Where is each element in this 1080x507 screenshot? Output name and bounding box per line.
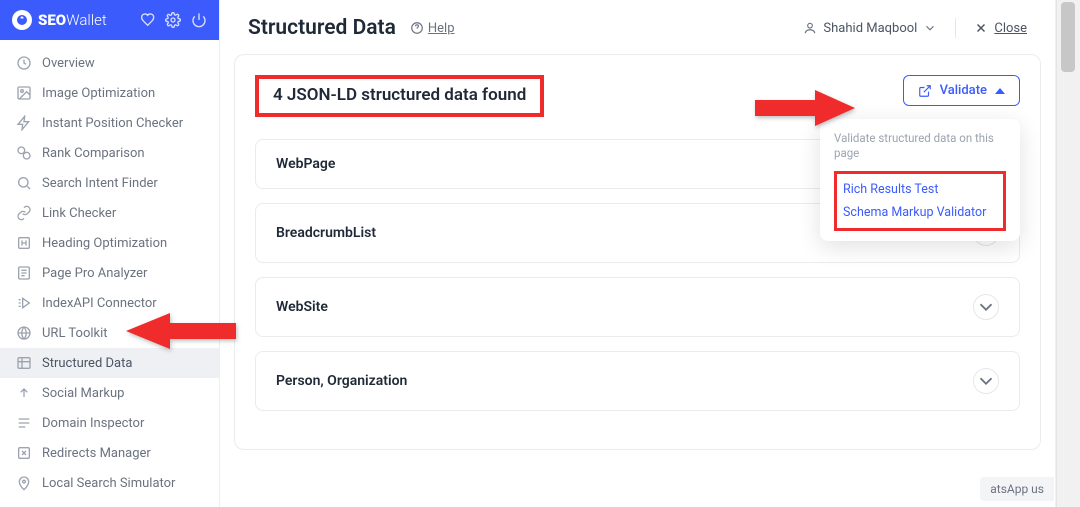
external-link-icon (918, 84, 932, 98)
help-icon (410, 21, 424, 35)
accordion-label: WebPage (276, 156, 335, 172)
sidebar-item-label: Heading Optimization (42, 236, 167, 251)
structured-data-card: 4 JSON-LD structured data found Validate… (234, 54, 1041, 450)
main-content: Structured Data Help Shahid Maqbool Clos… (220, 0, 1055, 507)
dropdown-link-schema-validator[interactable]: Schema Markup Validator (841, 201, 999, 224)
sidebar-item-label: Image Optimization (42, 86, 155, 101)
sidebar-item-heading-optimization[interactable]: Heading Optimization (0, 228, 219, 258)
heart-icon[interactable] (139, 12, 155, 28)
sidebar-item-domain-inspector[interactable]: Domain Inspector (0, 408, 219, 438)
sidebar-item-indexapi[interactable]: IndexAPI Connector (0, 288, 219, 318)
power-icon[interactable] (191, 12, 207, 28)
close-button[interactable]: Close (974, 21, 1027, 36)
sidebar-item-label: IndexAPI Connector (42, 296, 157, 311)
sidebar-item-link-checker[interactable]: Link Checker (0, 198, 219, 228)
sidebar-item-label: Structured Data (42, 356, 132, 371)
dropdown-link-rich-results[interactable]: Rich Results Test (841, 178, 999, 201)
browser-scrollbar[interactable] (1056, 0, 1080, 507)
scrollbar-thumb[interactable] (1061, 2, 1075, 72)
brand-logo-icon (12, 10, 32, 30)
accordion-label: Person, Organization (276, 373, 407, 389)
gear-icon[interactable] (165, 12, 181, 28)
page-header: Structured Data Help Shahid Maqbool Clos… (220, 0, 1055, 54)
sidebar-item-serp-analysis[interactable]: SERP Analysis (0, 498, 219, 507)
help-link[interactable]: Help (410, 21, 455, 36)
sidebar-item-label: Search Intent Finder (42, 176, 158, 191)
sidebar-item-label: Instant Position Checker (42, 116, 183, 131)
sidebar-item-local-search[interactable]: Local Search Simulator (0, 468, 219, 498)
sidebar-item-overview[interactable]: Overview (0, 48, 219, 78)
sidebar-item-label: Page Pro Analyzer (42, 266, 147, 281)
summary-heading: 4 JSON-LD structured data found (255, 75, 544, 117)
sidebar-item-rank-comparison[interactable]: Rank Comparison (0, 138, 219, 168)
sidebar-item-label: Social Markup (42, 386, 124, 401)
user-menu[interactable]: Shahid Maqbool (803, 21, 937, 36)
sidebar-item-redirects[interactable]: Redirects Manager (0, 438, 219, 468)
sidebar-item-label: URL Toolkit (42, 326, 108, 341)
chevron-down-icon (973, 294, 999, 320)
sidebar-header: SEOWallet (0, 0, 219, 40)
page-title: Structured Data (248, 16, 396, 40)
sidebar-item-label: Local Search Simulator (42, 476, 175, 491)
sidebar-item-label: Overview (42, 56, 95, 71)
validate-button[interactable]: Validate (903, 75, 1020, 106)
sidebar-item-structured-data[interactable]: Structured Data (0, 348, 219, 378)
chevron-down-icon (973, 368, 999, 394)
validate-dropdown: Validate structured data on this page Ri… (820, 119, 1020, 241)
sidebar-item-image-optimization[interactable]: Image Optimization (0, 78, 219, 108)
sidebar-item-label: Link Checker (42, 206, 116, 221)
brand[interactable]: SEOWallet (12, 10, 107, 30)
accordion-label: WebSite (276, 299, 328, 315)
divider (955, 18, 956, 38)
user-icon (803, 21, 817, 35)
accordion-label: BreadcrumbList (276, 225, 376, 241)
sidebar-item-label: Rank Comparison (42, 146, 145, 161)
sidebar: SEOWallet Overview Image Optimization In… (0, 0, 220, 507)
sidebar-item-social-markup[interactable]: Social Markup (0, 378, 219, 408)
sidebar-item-label: Domain Inspector (42, 416, 144, 431)
sidebar-item-url-toolkit[interactable]: URL Toolkit (0, 318, 219, 348)
sidebar-nav: Overview Image Optimization Instant Posi… (0, 40, 219, 507)
whatsapp-widget[interactable]: atsApp us (980, 477, 1054, 501)
chevron-down-icon (923, 21, 937, 35)
brand-name: SEOWallet (38, 11, 107, 29)
accordion-item-person-org[interactable]: Person, Organization (255, 351, 1020, 411)
dropdown-title: Validate structured data on this page (834, 131, 1006, 161)
sidebar-item-instant-position[interactable]: Instant Position Checker (0, 108, 219, 138)
accordion-item-website[interactable]: WebSite (255, 277, 1020, 337)
sidebar-item-label: Redirects Manager (42, 446, 151, 461)
close-icon (974, 21, 988, 35)
chevron-up-icon (995, 88, 1005, 94)
sidebar-item-page-pro[interactable]: Page Pro Analyzer (0, 258, 219, 288)
sidebar-item-search-intent[interactable]: Search Intent Finder (0, 168, 219, 198)
